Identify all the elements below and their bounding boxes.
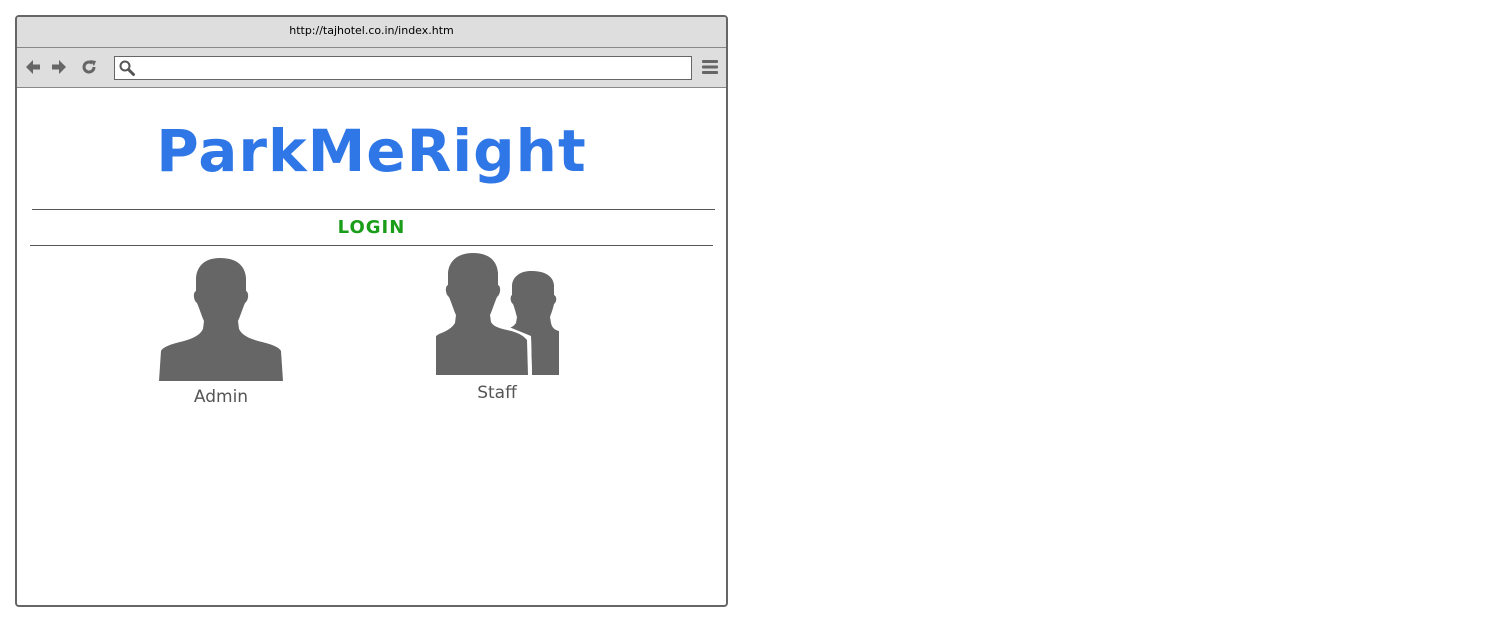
search-icon: [119, 60, 135, 76]
forward-arrow-icon[interactable]: [50, 58, 68, 76]
login-heading: LOGIN: [337, 217, 406, 238]
page-url: http://tajhotel.co.in/index.htm: [289, 23, 454, 37]
hamburger-menu-icon[interactable]: [701, 58, 719, 76]
divider-bottom: [30, 245, 713, 246]
admin-login-option[interactable]: Admin: [159, 255, 283, 407]
address-input[interactable]: [139, 58, 689, 78]
back-arrow-icon[interactable]: [24, 58, 42, 76]
divider-top: [32, 209, 715, 210]
users-icon: [436, 253, 559, 375]
reload-icon[interactable]: [80, 58, 98, 76]
app-logo: ParkMeRight: [156, 117, 587, 185]
title-bar: http://tajhotel.co.in/index.htm: [17, 17, 726, 48]
staff-label: Staff: [477, 383, 517, 403]
browser-toolbar: [17, 48, 726, 88]
user-icon: [159, 258, 283, 381]
browser-window: http://tajhotel.co.in/index.htm ParkMeRi…: [15, 15, 728, 607]
admin-label: Admin: [193, 387, 249, 407]
staff-login-option[interactable]: Staff: [435, 251, 559, 403]
address-bar[interactable]: [114, 56, 692, 80]
